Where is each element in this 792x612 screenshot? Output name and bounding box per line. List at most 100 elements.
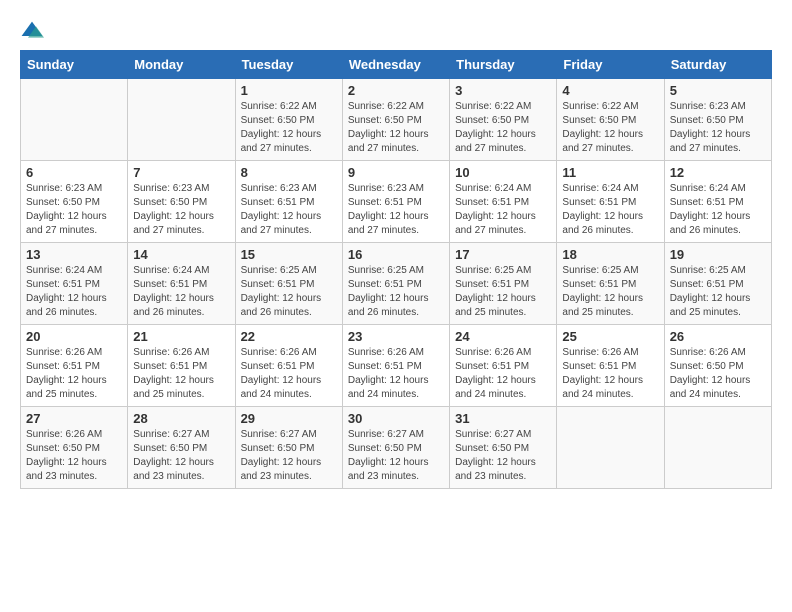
calendar-cell: 9Sunrise: 6:23 AM Sunset: 6:51 PM Daylig… [342,161,449,243]
calendar-cell: 23 Sunrise: 6:26 AM Sunset: 6:51 PM Dayli… [342,325,449,407]
day-info: Sunrise: 6:24 AM Sunset: 6:51 PM Dayligh… [670,182,766,238]
calendar-cell: 15 Sunrise: 6:25 AM Sunset: 6:51 PM Dayli… [235,243,342,325]
calendar-cell: 10 Sunrise: 6:24 AM Sunset: 6:51 PM Dayli… [450,161,557,243]
calendar-cell: 18 Sunrise: 6:25 AM Sunset: 6:51 PM Dayli… [557,243,664,325]
day-number: 17 [455,247,551,262]
calendar-week-4: 20 Sunrise: 6:26 AM Sunset: 6:51 PM Dayli… [21,325,772,407]
day-number: 19 [670,247,766,262]
calendar-cell: 20 Sunrise: 6:26 AM Sunset: 6:51 PM Dayli… [21,325,128,407]
day-info: Sunrise: 6:27 AM Sunset: 6:50 PM Dayligh… [241,428,337,484]
day-info: Sunrise: 6:27 AM Sunset: 6:50 PM Dayligh… [133,428,229,484]
day-number: 10 [455,165,551,180]
header-day-friday: Friday [557,51,664,79]
day-number: 30 [348,411,444,426]
day-info: Sunrise: 6:26 AM Sunset: 6:51 PM Dayligh… [348,346,444,402]
calendar-header-row: SundayMondayTuesdayWednesdayThursdayFrid… [21,51,772,79]
header-day-saturday: Saturday [664,51,771,79]
calendar-cell: 1 Sunrise: 6:22 AM Sunset: 6:50 PM Daylig… [235,79,342,161]
calendar-cell: 7 Sunrise: 6:23 AM Sunset: 6:50 PM Daylig… [128,161,235,243]
day-info: Sunrise: 6:25 AM Sunset: 6:51 PM Dayligh… [670,264,766,320]
calendar-week-2: 6 Sunrise: 6:23 AM Sunset: 6:50 PM Daylig… [21,161,772,243]
calendar-cell: 25 Sunrise: 6:26 AM Sunset: 6:51 PM Dayli… [557,325,664,407]
logo [20,20,48,40]
day-number: 27 [26,411,122,426]
calendar-cell: 17 Sunrise: 6:25 AM Sunset: 6:51 PM Dayli… [450,243,557,325]
calendar-cell: 22Sunrise: 6:26 AM Sunset: 6:51 PM Dayli… [235,325,342,407]
calendar-cell: 11 Sunrise: 6:24 AM Sunset: 6:51 PM Dayli… [557,161,664,243]
day-info: Sunrise: 6:26 AM Sunset: 6:50 PM Dayligh… [26,428,122,484]
day-number: 7 [133,165,229,180]
day-info: Sunrise: 6:24 AM Sunset: 6:51 PM Dayligh… [562,182,658,238]
day-number: 22 [241,329,337,344]
day-number: 15 [241,247,337,262]
calendar-cell: 5 Sunrise: 6:23 AM Sunset: 6:50 PM Daylig… [664,79,771,161]
calendar-week-3: 13 Sunrise: 6:24 AM Sunset: 6:51 PM Dayli… [21,243,772,325]
day-info: Sunrise: 6:24 AM Sunset: 6:51 PM Dayligh… [133,264,229,320]
day-number: 2 [348,83,444,98]
calendar-cell: 31 Sunrise: 6:27 AM Sunset: 6:50 PM Dayli… [450,407,557,489]
day-info: Sunrise: 6:27 AM Sunset: 6:50 PM Dayligh… [455,428,551,484]
calendar-cell: 19 Sunrise: 6:25 AM Sunset: 6:51 PM Dayli… [664,243,771,325]
calendar-cell: 2 Sunrise: 6:22 AM Sunset: 6:50 PM Daylig… [342,79,449,161]
calendar-cell [557,407,664,489]
day-number: 4 [562,83,658,98]
calendar-table: SundayMondayTuesdayWednesdayThursdayFrid… [20,50,772,489]
calendar-cell: 13 Sunrise: 6:24 AM Sunset: 6:51 PM Dayli… [21,243,128,325]
day-info: Sunrise: 6:22 AM Sunset: 6:50 PM Dayligh… [241,100,337,156]
calendar-cell: 12 Sunrise: 6:24 AM Sunset: 6:51 PM Dayli… [664,161,771,243]
day-number: 14 [133,247,229,262]
day-info: Sunrise: 6:26 AM Sunset: 6:51 PM Dayligh… [562,346,658,402]
logo-icon [20,20,44,40]
header-day-monday: Monday [128,51,235,79]
day-number: 29 [241,411,337,426]
day-info: Sunrise: 6:25 AM Sunset: 6:51 PM Dayligh… [241,264,337,320]
day-number: 5 [670,83,766,98]
day-info: Sunrise: 6:26 AM Sunset: 6:51 PM Dayligh… [133,346,229,402]
day-number: 26 [670,329,766,344]
calendar-cell: 28Sunrise: 6:27 AM Sunset: 6:50 PM Dayli… [128,407,235,489]
header-day-wednesday: Wednesday [342,51,449,79]
calendar-cell: 3 Sunrise: 6:22 AM Sunset: 6:50 PM Daylig… [450,79,557,161]
day-info: Sunrise: 6:25 AM Sunset: 6:51 PM Dayligh… [455,264,551,320]
calendar-cell: 4Sunrise: 6:22 AM Sunset: 6:50 PM Daylig… [557,79,664,161]
calendar-cell: 26Sunrise: 6:26 AM Sunset: 6:50 PM Dayli… [664,325,771,407]
day-info: Sunrise: 6:23 AM Sunset: 6:51 PM Dayligh… [241,182,337,238]
header-day-tuesday: Tuesday [235,51,342,79]
day-info: Sunrise: 6:26 AM Sunset: 6:51 PM Dayligh… [26,346,122,402]
day-number: 18 [562,247,658,262]
calendar-cell: 21Sunrise: 6:26 AM Sunset: 6:51 PM Dayli… [128,325,235,407]
day-info: Sunrise: 6:24 AM Sunset: 6:51 PM Dayligh… [26,264,122,320]
day-info: Sunrise: 6:25 AM Sunset: 6:51 PM Dayligh… [562,264,658,320]
calendar-cell [21,79,128,161]
day-number: 25 [562,329,658,344]
day-info: Sunrise: 6:23 AM Sunset: 6:50 PM Dayligh… [133,182,229,238]
day-info: Sunrise: 6:24 AM Sunset: 6:51 PM Dayligh… [455,182,551,238]
day-info: Sunrise: 6:25 AM Sunset: 6:51 PM Dayligh… [348,264,444,320]
header-day-sunday: Sunday [21,51,128,79]
calendar-cell: 6 Sunrise: 6:23 AM Sunset: 6:50 PM Daylig… [21,161,128,243]
day-info: Sunrise: 6:22 AM Sunset: 6:50 PM Dayligh… [348,100,444,156]
day-number: 3 [455,83,551,98]
day-number: 24 [455,329,551,344]
calendar-cell: 30 Sunrise: 6:27 AM Sunset: 6:50 PM Dayli… [342,407,449,489]
day-info: Sunrise: 6:27 AM Sunset: 6:50 PM Dayligh… [348,428,444,484]
day-number: 12 [670,165,766,180]
day-number: 23 [348,329,444,344]
day-number: 1 [241,83,337,98]
day-number: 31 [455,411,551,426]
day-number: 13 [26,247,122,262]
day-number: 11 [562,165,658,180]
calendar-week-1: 1 Sunrise: 6:22 AM Sunset: 6:50 PM Daylig… [21,79,772,161]
day-number: 6 [26,165,122,180]
day-info: Sunrise: 6:22 AM Sunset: 6:50 PM Dayligh… [455,100,551,156]
day-info: Sunrise: 6:23 AM Sunset: 6:50 PM Dayligh… [26,182,122,238]
day-number: 16 [348,247,444,262]
day-info: Sunrise: 6:26 AM Sunset: 6:51 PM Dayligh… [455,346,551,402]
header [20,20,772,40]
calendar-cell: 16 Sunrise: 6:25 AM Sunset: 6:51 PM Dayli… [342,243,449,325]
day-number: 20 [26,329,122,344]
calendar-cell [664,407,771,489]
day-info: Sunrise: 6:23 AM Sunset: 6:50 PM Dayligh… [670,100,766,156]
day-info: Sunrise: 6:23 AM Sunset: 6:51 PM Dayligh… [348,182,444,238]
calendar-cell: 8Sunrise: 6:23 AM Sunset: 6:51 PM Daylig… [235,161,342,243]
